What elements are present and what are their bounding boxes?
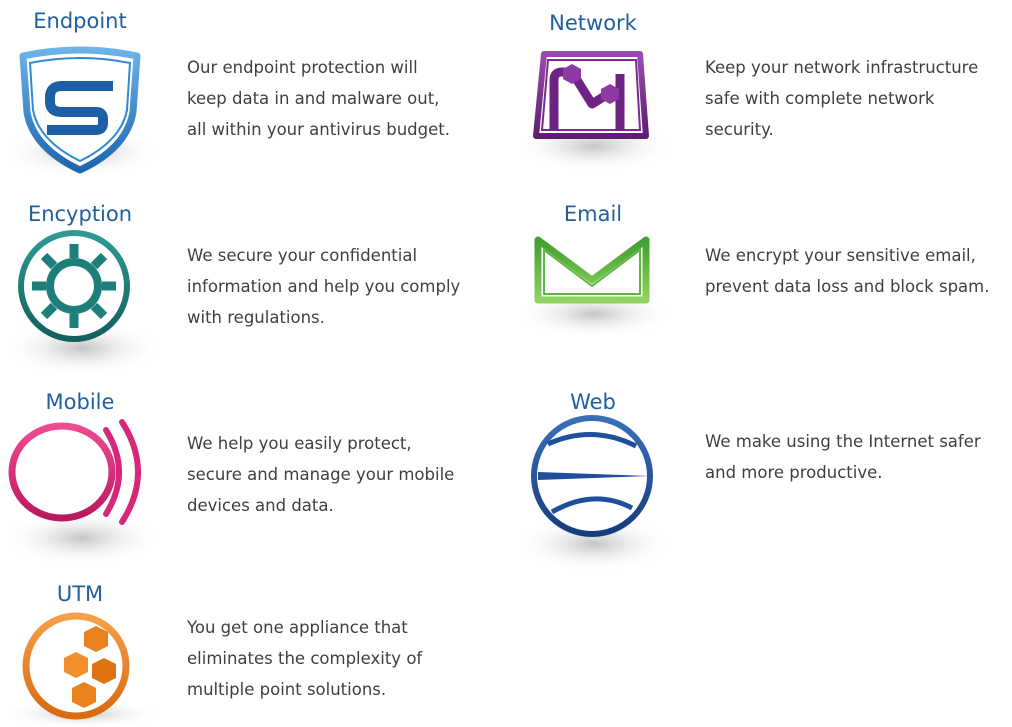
encryption-desc-line: information and help you comply [187, 277, 461, 296]
mobile-desc-line: We help you easily protect, [187, 434, 412, 453]
web-desc-line: We make using the Internet safer [705, 432, 981, 451]
utm-description: You get one appliance that eliminates th… [187, 612, 422, 705]
web-desc-line: and more productive. [705, 463, 883, 482]
encryption-desc-line: We secure your confidential [187, 246, 418, 265]
web-description: We make using the Internet safer and mor… [705, 426, 981, 488]
utm-title: UTM [56, 582, 104, 606]
mobile-desc-line: devices and data. [187, 496, 334, 515]
utm-desc-line: multiple point solutions. [187, 680, 387, 699]
mobile-title: Mobile [45, 390, 115, 414]
endpoint-title: Endpoint [33, 9, 127, 33]
endpoint-desc-line: keep data in and malware out, [187, 89, 440, 108]
endpoint-desc-line: Our endpoint protection will [187, 58, 418, 77]
email-description: We encrypt your sensitive email, prevent… [705, 240, 989, 302]
network-nodes-icon [512, 46, 674, 176]
hexagon-cluster-icon [0, 606, 162, 727]
network-title: Network [549, 11, 637, 35]
lock-dial-icon [0, 230, 162, 382]
web-title: Web [570, 390, 616, 414]
email-title: Email [563, 202, 623, 226]
email-desc-line: We encrypt your sensitive email, [705, 246, 976, 265]
encryption-desc-line: with regulations. [187, 308, 325, 327]
encryption-description: We secure your confidential information … [187, 240, 460, 333]
email-desc-line: prevent data loss and block spam. [705, 277, 990, 296]
encryption-title: Encyption [27, 202, 133, 226]
utm-desc-line: eliminates the complexity of [187, 649, 423, 668]
mobile-desc-line: secure and manage your mobile [187, 465, 455, 484]
mobile-signal-icon [0, 416, 165, 576]
network-description: Keep your network infrastructure safe wi… [705, 52, 978, 145]
endpoint-desc-line: all within your antivirus budget. [187, 120, 450, 139]
envelope-icon [512, 232, 674, 342]
endpoint-description: Our endpoint protection will keep data i… [187, 52, 450, 145]
network-desc-line: safe with complete network [705, 89, 935, 108]
mobile-description: We help you easily protect, secure and m… [187, 428, 454, 521]
network-desc-line: Keep your network infrastructure [705, 58, 979, 77]
globe-icon [512, 415, 674, 581]
network-desc-line: security. [705, 120, 774, 139]
utm-desc-line: You get one appliance that [187, 618, 408, 637]
shield-s-icon [0, 44, 162, 184]
